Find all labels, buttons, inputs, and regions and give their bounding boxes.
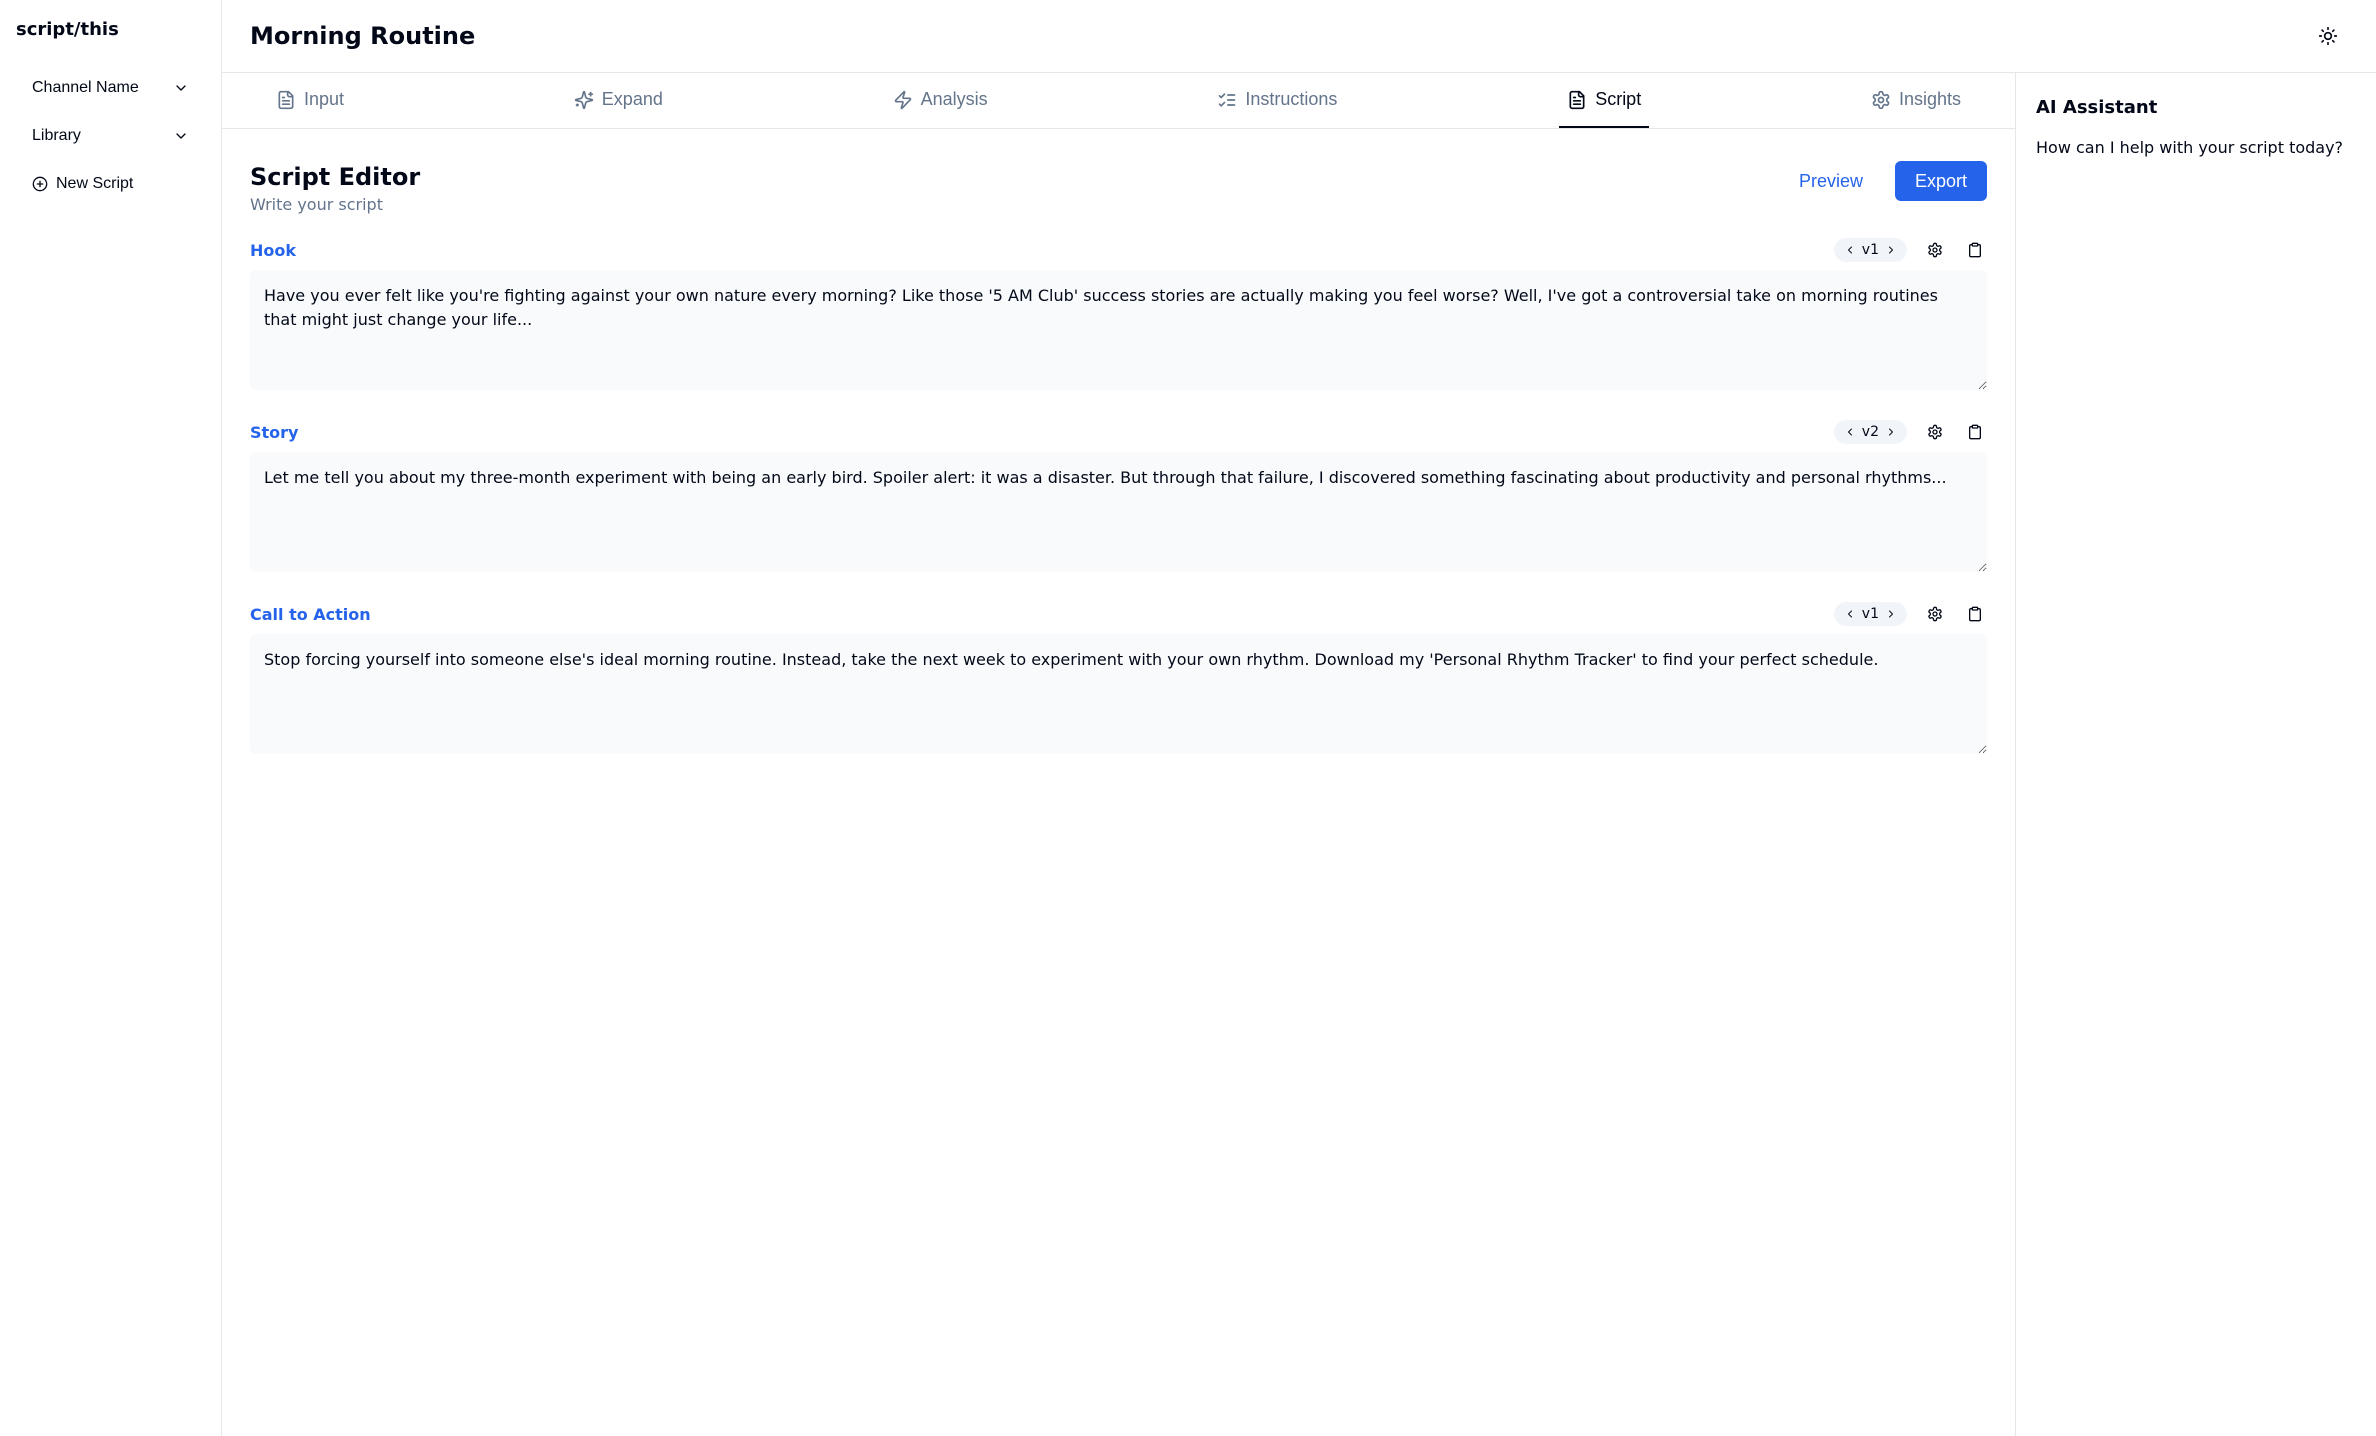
version-next-button[interactable] <box>1883 242 1899 258</box>
zap-icon <box>893 90 913 110</box>
sparkles-icon <box>574 90 594 110</box>
sidebar-nav: Channel Name Library New Script <box>16 68 205 204</box>
assistant-panel: AI Assistant How can I help with your sc… <box>2016 73 2376 1436</box>
version-next-button[interactable] <box>1883 424 1899 440</box>
assistant-title: AI Assistant <box>2036 97 2356 118</box>
section: Hook v1 <box>250 238 1987 394</box>
tab-expand[interactable]: Expand <box>566 73 671 128</box>
clipboard-icon <box>1967 606 1983 622</box>
new-script-label: New Script <box>56 175 133 193</box>
clipboard-icon <box>1967 424 1983 440</box>
sidebar-item-library[interactable]: Library <box>16 116 205 156</box>
sidebar-item-label: Channel Name <box>32 79 139 97</box>
file-text-icon <box>1567 90 1587 110</box>
version-next-button[interactable] <box>1883 606 1899 622</box>
section-textarea[interactable] <box>250 634 1987 754</box>
version-switcher: v1 <box>1834 238 1907 262</box>
assistant-message: How can I help with your script today? <box>2036 138 2356 157</box>
section-header: Hook v1 <box>250 238 1987 262</box>
section: Call to Action v1 <box>250 602 1987 758</box>
section-title: Call to Action <box>250 605 371 624</box>
section-textarea[interactable] <box>250 452 1987 572</box>
tab-label: Insights <box>1899 89 1961 110</box>
sections-container: Hook v1 Story v2 Call to Action v1 <box>250 238 1987 758</box>
topbar: Morning Routine <box>222 0 2376 73</box>
tab-analysis[interactable]: Analysis <box>885 73 996 128</box>
preview-button[interactable]: Preview <box>1783 161 1879 201</box>
sidebar-item-label: Library <box>32 127 81 145</box>
section-tools: v1 <box>1834 602 1987 626</box>
tab-label: Instructions <box>1245 89 1337 110</box>
version-label: v1 <box>1862 606 1879 622</box>
version-switcher: v2 <box>1834 420 1907 444</box>
section-copy-button[interactable] <box>1963 602 1987 626</box>
tab-instructions[interactable]: Instructions <box>1209 73 1345 128</box>
gear-icon <box>1927 242 1943 258</box>
tab-script[interactable]: Script <box>1559 73 1649 128</box>
section-copy-button[interactable] <box>1963 238 1987 262</box>
section-settings-button[interactable] <box>1923 238 1947 262</box>
version-prev-button[interactable] <box>1842 242 1858 258</box>
new-script-button[interactable]: New Script <box>16 164 205 204</box>
version-label: v1 <box>1862 242 1879 258</box>
chevron-right-icon <box>1885 244 1897 256</box>
page-title: Morning Routine <box>250 20 475 52</box>
version-prev-button[interactable] <box>1842 606 1858 622</box>
brand-logo[interactable]: script/this <box>16 16 205 44</box>
version-prev-button[interactable] <box>1842 424 1858 440</box>
section-tools: v2 <box>1834 420 1987 444</box>
clipboard-icon <box>1967 242 1983 258</box>
gear-icon <box>1927 606 1943 622</box>
version-label: v2 <box>1862 424 1879 440</box>
chevron-right-icon <box>1885 426 1897 438</box>
chevron-right-icon <box>1885 608 1897 620</box>
section-textarea[interactable] <box>250 270 1987 390</box>
theme-toggle-button[interactable] <box>2308 16 2348 56</box>
chevron-left-icon <box>1844 426 1856 438</box>
file-text-icon <box>276 90 296 110</box>
section: Story v2 <box>250 420 1987 576</box>
tab-label: Script <box>1595 89 1641 110</box>
tab-label: Analysis <box>921 89 988 110</box>
sidebar-item-channel[interactable]: Channel Name <box>16 68 205 108</box>
tab-input[interactable]: Input <box>268 73 352 128</box>
editor-heading: Script Editor <box>250 161 420 193</box>
tab-label: Input <box>304 89 344 110</box>
section-title: Hook <box>250 241 296 260</box>
tab-insights[interactable]: Insights <box>1863 73 1969 128</box>
version-switcher: v1 <box>1834 602 1907 626</box>
chevron-down-icon <box>173 80 189 96</box>
tabs: Input Expand Analysis <box>222 73 2015 129</box>
plus-circle-icon <box>32 176 48 192</box>
chevron-left-icon <box>1844 608 1856 620</box>
section-copy-button[interactable] <box>1963 420 1987 444</box>
sun-icon <box>2318 26 2338 46</box>
gear-icon <box>1927 424 1943 440</box>
section-settings-button[interactable] <box>1923 420 1947 444</box>
editor-subheading: Write your script <box>250 195 420 214</box>
section-title: Story <box>250 423 298 442</box>
export-button[interactable]: Export <box>1895 161 1987 201</box>
sidebar: script/this Channel Name Library New Scr… <box>0 0 222 1436</box>
section-tools: v1 <box>1834 238 1987 262</box>
settings-icon <box>1871 90 1891 110</box>
tab-label: Expand <box>602 89 663 110</box>
section-header: Story v2 <box>250 420 1987 444</box>
list-checks-icon <box>1217 90 1237 110</box>
section-settings-button[interactable] <box>1923 602 1947 626</box>
section-header: Call to Action v1 <box>250 602 1987 626</box>
chevron-down-icon <box>173 128 189 144</box>
chevron-left-icon <box>1844 244 1856 256</box>
